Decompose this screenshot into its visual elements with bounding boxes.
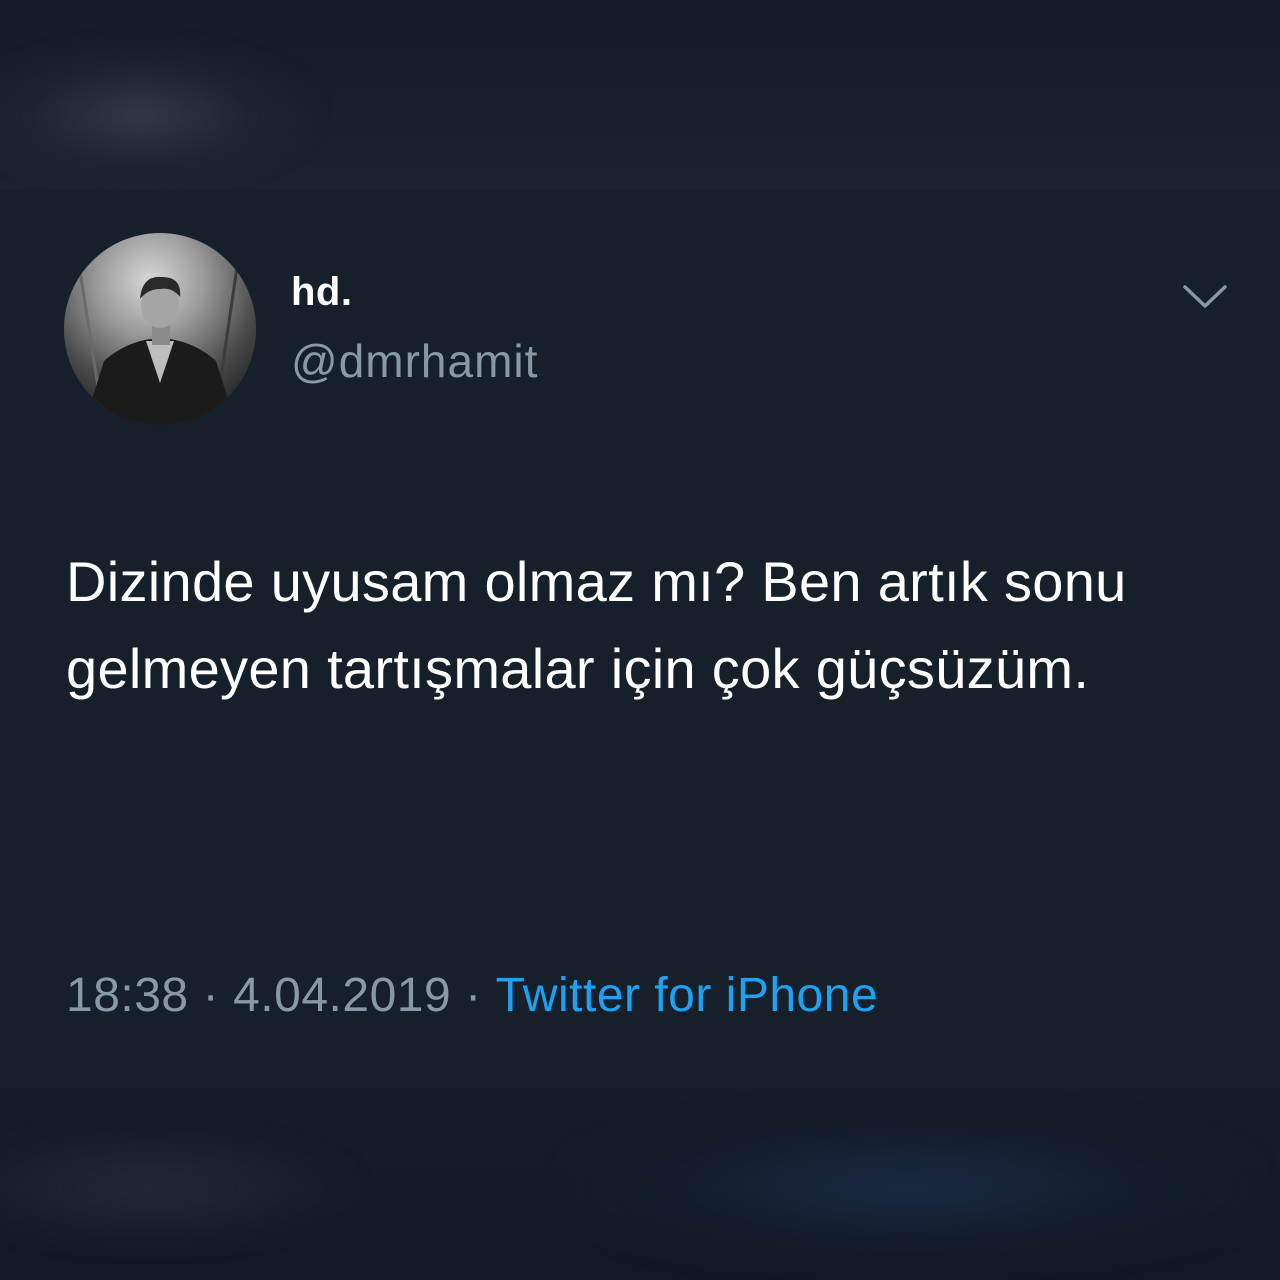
tweet-text: Dizinde uyusam olmaz mı? Ben artık sonu … bbox=[66, 550, 1127, 700]
blurred-glow bbox=[0, 1128, 360, 1248]
blurred-glow bbox=[0, 40, 320, 190]
screenshot-frame: hd. @dmrhamit Dizinde uyusam olmaz mı? B… bbox=[0, 0, 1280, 1280]
avatar[interactable] bbox=[64, 233, 256, 425]
tweet-date[interactable]: 4.04.2019 bbox=[233, 969, 451, 1022]
tweet-source-link[interactable]: Twitter for iPhone bbox=[496, 969, 879, 1022]
blurred-glow bbox=[560, 1108, 1260, 1268]
blurred-top-area bbox=[0, 0, 1280, 190]
profile-photo-avatar bbox=[64, 233, 256, 425]
display-name[interactable]: hd. bbox=[291, 270, 352, 315]
meta-separator: · bbox=[202, 969, 220, 1022]
tweet-time[interactable]: 18:38 bbox=[66, 969, 189, 1022]
blurred-bottom-area bbox=[0, 1088, 1280, 1280]
user-handle[interactable]: @dmrhamit bbox=[291, 334, 538, 388]
chevron-down-icon[interactable] bbox=[1180, 282, 1230, 312]
tweet-meta: 18:38 · 4.04.2019 · Twitter for iPhone bbox=[66, 968, 878, 1023]
tweet-card[interactable]: hd. @dmrhamit Dizinde uyusam olmaz mı? B… bbox=[0, 190, 1280, 1088]
meta-separator: · bbox=[465, 969, 482, 1022]
